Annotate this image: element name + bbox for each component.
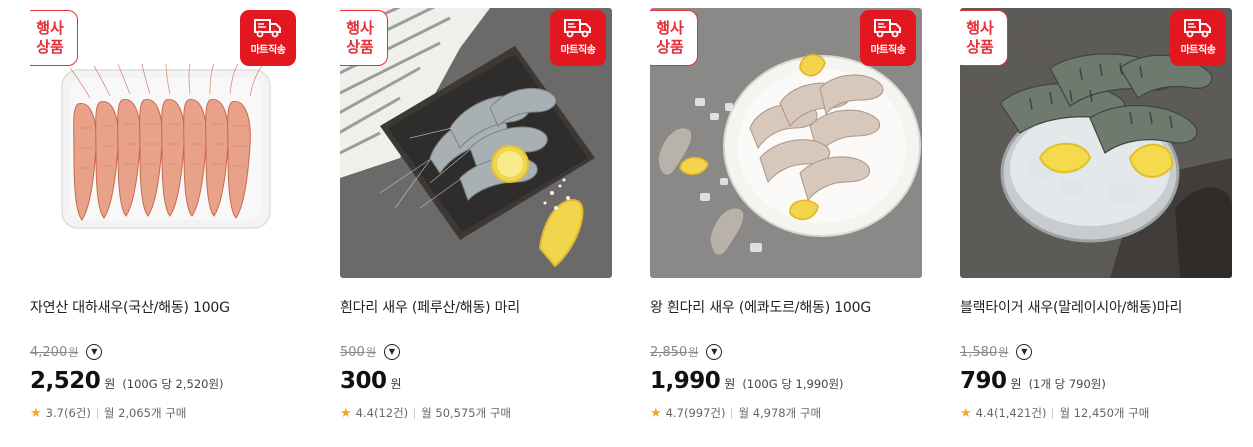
- review-count: (1,421건): [993, 406, 1047, 420]
- mart-badge-label: 마트직송: [250, 45, 286, 56]
- divider: [414, 407, 416, 419]
- sale-price: 300: [340, 368, 387, 394]
- truck-icon: [564, 19, 591, 38]
- sale-price-row: 2,520 원 (100G 당 2,520원): [30, 368, 224, 398]
- review-count: (997건): [683, 406, 726, 420]
- original-price-row: 4,200 원 ▼: [30, 342, 103, 362]
- star-icon: ★: [30, 405, 42, 421]
- original-price-unit: 원: [365, 346, 376, 359]
- mart-delivery-badge: 마트직송: [240, 10, 296, 66]
- product-title[interactable]: 흰다리 새우 (페루산/해동) 마리: [340, 297, 520, 317]
- mart-badge-label: 마트직송: [870, 45, 906, 56]
- event-badge-line-2: 상품: [656, 38, 684, 56]
- original-price: 4,200: [30, 344, 68, 360]
- mart-badge-label: 마트직송: [1180, 45, 1216, 56]
- product-title[interactable]: 왕 흰다리 새우 (에콰도르/해동) 100G: [650, 297, 871, 317]
- sale-price: 1,990: [650, 368, 721, 394]
- review-count: (12건): [373, 406, 409, 420]
- event-product-badge: 행사 상품: [650, 10, 698, 66]
- review-row: ★ 4.4 (12건) 월 50,575개 구매: [340, 405, 511, 421]
- event-badge-line-1: 행사: [36, 19, 64, 37]
- truck-icon: [1184, 19, 1211, 38]
- original-price-row: 500 원 ▼: [340, 342, 400, 362]
- sale-price-unit: 원: [724, 377, 736, 391]
- product-image-4[interactable]: 행사 상품 마트직송: [960, 8, 1232, 278]
- truck-icon: [254, 19, 281, 38]
- chevron-down-circle-icon[interactable]: ▼: [1016, 344, 1033, 360]
- divider: [731, 407, 733, 419]
- review-row: ★ 4.7 (997건) 월 4,978개 구매: [650, 405, 821, 421]
- unit-price: (1개 당 790원): [1028, 377, 1106, 391]
- original-price-row: 1,580 원 ▼: [960, 342, 1033, 362]
- product-card-1[interactable]: 행사 상품 마트직송 자연산 대하새우(국산/해동) 100G 4,200 원 …: [30, 0, 302, 447]
- rating: 4.4: [355, 406, 374, 420]
- monthly-purchases: 월 2,065개 구매: [103, 406, 187, 420]
- rating: 4.7: [665, 406, 684, 420]
- event-badge-line-1: 행사: [346, 19, 374, 37]
- rating: 4.4: [975, 406, 994, 420]
- star-icon: ★: [960, 405, 972, 421]
- product-card-4[interactable]: 행사 상품 마트직송 블랙타이거 새우(말레이시아/해동)마리 1,580 원 …: [960, 0, 1232, 447]
- original-price-unit: 원: [688, 346, 699, 359]
- original-price: 2,850: [650, 344, 688, 360]
- event-product-badge: 행사 상품: [30, 10, 78, 66]
- divider: [1052, 407, 1054, 419]
- event-badge-line-2: 상품: [346, 38, 374, 56]
- original-price-unit: 원: [68, 346, 79, 359]
- mart-badge-label: 마트직송: [560, 45, 596, 56]
- chevron-down-circle-icon[interactable]: ▼: [86, 344, 103, 360]
- divider: [96, 407, 98, 419]
- product-grid: 행사 상품 마트직송 자연산 대하새우(국산/해동) 100G 4,200 원 …: [0, 0, 1253, 447]
- sale-price-row: 300 원: [340, 368, 409, 398]
- product-image-3[interactable]: 행사 상품 마트직송: [650, 8, 922, 278]
- unit-price: (100G 당 1,990원): [742, 377, 844, 391]
- event-badge-line-2: 상품: [966, 38, 994, 56]
- truck-icon: [874, 19, 901, 38]
- mart-delivery-badge: 마트직송: [860, 10, 916, 66]
- review-row: ★ 4.4 (1,421건) 월 12,450개 구매: [960, 405, 1149, 421]
- sale-price: 2,520: [30, 368, 101, 394]
- monthly-purchases: 월 4,978개 구매: [738, 406, 822, 420]
- sale-price-row: 790 원 (1개 당 790원): [960, 368, 1106, 398]
- sale-price-unit: 원: [390, 377, 402, 391]
- sale-price: 790: [960, 368, 1007, 394]
- sale-price-row: 1,990 원 (100G 당 1,990원): [650, 368, 844, 398]
- event-badge-line-1: 행사: [966, 19, 994, 37]
- sale-price-unit: 원: [1010, 377, 1022, 391]
- review-row: ★ 3.7 (6건) 월 2,065개 구매: [30, 405, 186, 421]
- event-product-badge: 행사 상품: [960, 10, 1008, 66]
- review-count: (6건): [63, 406, 91, 420]
- product-card-2[interactable]: 행사 상품 마트직송 흰다리 새우 (페루산/해동) 마리 500 원 ▼ 30…: [340, 0, 612, 447]
- original-price: 500: [340, 344, 365, 360]
- mart-delivery-badge: 마트직송: [1170, 10, 1226, 66]
- product-title[interactable]: 자연산 대하새우(국산/해동) 100G: [30, 297, 230, 317]
- event-badge-line-2: 상품: [36, 38, 64, 56]
- sale-price-unit: 원: [104, 377, 116, 391]
- monthly-purchases: 월 50,575개 구매: [421, 406, 512, 420]
- product-title[interactable]: 블랙타이거 새우(말레이시아/해동)마리: [960, 297, 1182, 317]
- product-image-1[interactable]: 행사 상품 마트직송: [30, 8, 302, 278]
- chevron-down-circle-icon[interactable]: ▼: [706, 344, 723, 360]
- original-price: 1,580: [960, 344, 998, 360]
- original-price-row: 2,850 원 ▼: [650, 342, 723, 362]
- monthly-purchases: 월 12,450개 구매: [1059, 406, 1150, 420]
- unit-price: (100G 당 2,520원): [122, 377, 224, 391]
- original-price-unit: 원: [998, 346, 1009, 359]
- event-badge-line-1: 행사: [656, 19, 684, 37]
- rating: 3.7: [45, 406, 64, 420]
- product-card-3[interactable]: 행사 상품 마트직송 왕 흰다리 새우 (에콰도르/해동) 100G 2,850…: [650, 0, 922, 447]
- product-image-2[interactable]: 행사 상품 마트직송: [340, 8, 612, 278]
- chevron-down-circle-icon[interactable]: ▼: [383, 344, 400, 360]
- mart-delivery-badge: 마트직송: [550, 10, 606, 66]
- star-icon: ★: [650, 405, 662, 421]
- event-product-badge: 행사 상품: [340, 10, 388, 66]
- star-icon: ★: [340, 405, 352, 421]
